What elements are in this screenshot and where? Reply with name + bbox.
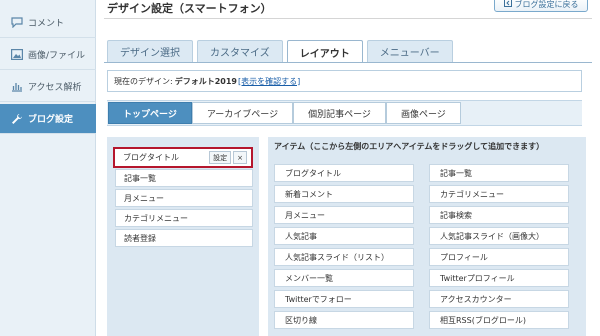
current-design-info: 現在のデザイン: デフォルト2019 [表示を確認する]: [107, 70, 582, 92]
tab-customize[interactable]: カスタマイズ: [197, 40, 283, 62]
wrench-icon: [10, 112, 24, 126]
item-article-list[interactable]: 記事一覧: [429, 164, 569, 182]
current-design-prefix: 現在のデザイン:: [114, 76, 173, 86]
subtab-archive-page[interactable]: アーカイブページ: [191, 102, 294, 124]
image-icon: [10, 48, 24, 62]
sidebar-item-label: コメント: [28, 19, 65, 29]
sidebar-item-images[interactable]: 画像/ファイル: [0, 40, 96, 70]
back-to-blog-settings-button[interactable]: ブログ設定に戻る: [494, 0, 588, 12]
sidebar-item-label: アクセス解析: [28, 83, 82, 93]
sidebar-item-blog-settings[interactable]: ブログ設定: [0, 104, 96, 134]
items-panel: アイテム（ここから左側のエリアへアイテムをドラッグして追加できます） ブログタイ…: [268, 137, 586, 336]
item-member-list[interactable]: メンバー一覧: [274, 269, 414, 287]
layout-area: ブログタイトル 設定 × 記事一覧 月メニュー カテゴリメニュー 読者登録: [107, 137, 259, 336]
settings-button[interactable]: 設定: [209, 151, 232, 164]
tab-menubar[interactable]: メニューバー: [366, 40, 453, 62]
title-divider: [104, 18, 592, 19]
layout-item-label: ブログタイトル: [123, 153, 179, 162]
item-profile[interactable]: プロフィール: [429, 248, 569, 266]
items-panel-header: アイテム（ここから左側のエリアへアイテムをドラッグして追加できます）: [274, 142, 545, 151]
back-arrow-icon: [503, 0, 512, 9]
layout-item-category-menu[interactable]: カテゴリメニュー: [115, 209, 253, 227]
layout-item-article-list[interactable]: 記事一覧: [115, 169, 253, 187]
comment-icon: [10, 16, 24, 30]
item-twitter-follow[interactable]: Twitterでフォロー: [274, 290, 414, 308]
item-mutual-rss[interactable]: 相互RSS(ブログロール): [429, 311, 569, 329]
page-type-tabs: トップページ アーカイブページ 個別記事ページ 画像ページ: [107, 100, 582, 126]
item-popular-slide-list[interactable]: 人気記事スライド（リスト）: [274, 248, 414, 266]
view-design-link[interactable]: [表示を確認する]: [238, 76, 300, 87]
layout-item-month-menu[interactable]: 月メニュー: [115, 189, 253, 207]
item-category-menu[interactable]: カテゴリメニュー: [429, 185, 569, 203]
sidebar-item-comments[interactable]: コメント: [0, 8, 96, 38]
main-content: デザイン設定（スマートフォン） ブログ設定に戻る デザイン選択 カスタマイズ レ…: [96, 0, 600, 336]
layout-item-reader-subscribe[interactable]: 読者登録: [115, 229, 253, 247]
subtab-top-page[interactable]: トップページ: [108, 102, 192, 124]
tab-layout[interactable]: レイアウト: [286, 40, 363, 63]
subtab-article-page[interactable]: 個別記事ページ: [293, 102, 386, 124]
item-new-comments[interactable]: 新着コメント: [274, 185, 414, 203]
item-blog-title[interactable]: ブログタイトル: [274, 164, 414, 182]
item-article-search[interactable]: 記事検索: [429, 206, 569, 224]
layout-item-actions: 設定 ×: [207, 151, 247, 164]
item-popular-slide-large[interactable]: 人気記事スライド（画像大）: [429, 227, 569, 245]
current-design-name: デフォルト2019: [174, 76, 237, 86]
sidebar-item-analytics[interactable]: アクセス解析: [0, 72, 96, 102]
page-title: デザイン設定（スマートフォン）: [107, 2, 272, 15]
item-twitter-profile[interactable]: Twitterプロフィール: [429, 269, 569, 287]
back-button-label: ブログ設定に戻る: [514, 0, 579, 9]
remove-button[interactable]: ×: [233, 151, 247, 164]
item-popular-articles[interactable]: 人気記事: [274, 227, 414, 245]
subtab-image-page[interactable]: 画像ページ: [385, 102, 461, 124]
sidebar: コメント 画像/ファイル アクセス解析 ブログ設定: [0, 0, 96, 336]
tabs-divider: [104, 62, 592, 63]
design-tabs: デザイン選択 カスタマイズ レイアウト メニューバー: [107, 40, 457, 63]
sidebar-item-label: 画像/ファイル: [28, 51, 86, 61]
layout-item-blog-title[interactable]: ブログタイトル 設定 ×: [113, 147, 253, 168]
item-access-counter[interactable]: アクセスカウンター: [429, 290, 569, 308]
item-divider-line[interactable]: 区切り線: [274, 311, 414, 329]
chart-icon: [10, 80, 24, 94]
sidebar-item-label: ブログ設定: [28, 115, 74, 125]
tab-design-select[interactable]: デザイン選択: [107, 40, 193, 62]
item-month-menu[interactable]: 月メニュー: [274, 206, 414, 224]
